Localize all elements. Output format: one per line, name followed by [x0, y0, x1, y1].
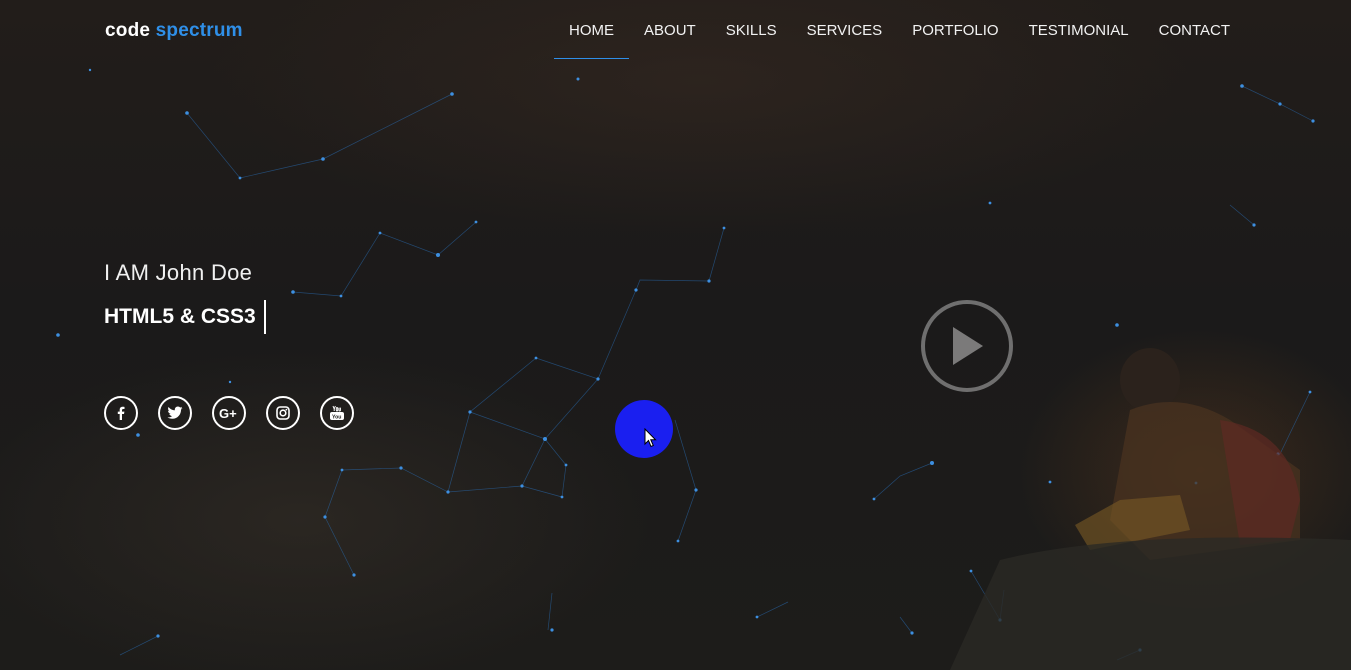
- google-plus-link[interactable]: G+: [212, 396, 246, 430]
- instagram-icon: [276, 406, 290, 420]
- nav-item-skills[interactable]: SKILLS: [711, 0, 792, 58]
- social-links: G+ You: [104, 396, 374, 430]
- facebook-link[interactable]: [104, 396, 138, 430]
- site-logo[interactable]: code spectrum: [105, 20, 243, 42]
- nav-item-testimonial[interactable]: TESTIMONIAL: [1014, 0, 1144, 58]
- top-navbar: code spectrum HOME ABOUT SKILLS SERVICES…: [0, 0, 1351, 60]
- nav-item-contact[interactable]: CONTACT: [1144, 0, 1245, 58]
- twitter-link[interactable]: [158, 396, 192, 430]
- logo-text-spectrum: spectrum: [155, 20, 243, 41]
- logo-text-code: code: [105, 20, 151, 41]
- main-menu: HOME ABOUT SKILLS SERVICES PORTFOLIO TES…: [554, 0, 1245, 60]
- play-icon: [953, 327, 983, 365]
- nav-item-about[interactable]: ABOUT: [629, 0, 711, 58]
- svg-text:You: You: [332, 415, 341, 421]
- youtube-icon: You: [330, 405, 344, 421]
- nav-item-services[interactable]: SERVICES: [792, 0, 898, 58]
- hero-intro: I AM John Doe HTML5 & CSS3: [104, 260, 266, 334]
- svg-text:G+: G+: [219, 406, 237, 420]
- typing-caret: [263, 300, 266, 334]
- nav-item-portfolio[interactable]: PORTFOLIO: [897, 0, 1013, 58]
- nav-item-home[interactable]: HOME: [554, 0, 630, 59]
- hero-background: [0, 0, 1351, 670]
- twitter-icon: [167, 406, 183, 419]
- google-plus-icon: G+: [219, 406, 237, 420]
- typed-text-line: HTML5 & CSS3: [104, 300, 266, 334]
- facebook-icon: [117, 406, 125, 420]
- play-video-button[interactable]: [921, 300, 1013, 392]
- youtube-link[interactable]: You: [320, 396, 354, 430]
- hero-greeting: I AM John Doe: [104, 260, 253, 285]
- mouse-pointer-icon: [644, 428, 657, 448]
- particle-network: [56, 68, 1351, 670]
- typed-text: HTML5 & CSS3: [104, 305, 256, 328]
- hiker-silhouette: [950, 348, 1351, 670]
- instagram-link[interactable]: [266, 396, 300, 430]
